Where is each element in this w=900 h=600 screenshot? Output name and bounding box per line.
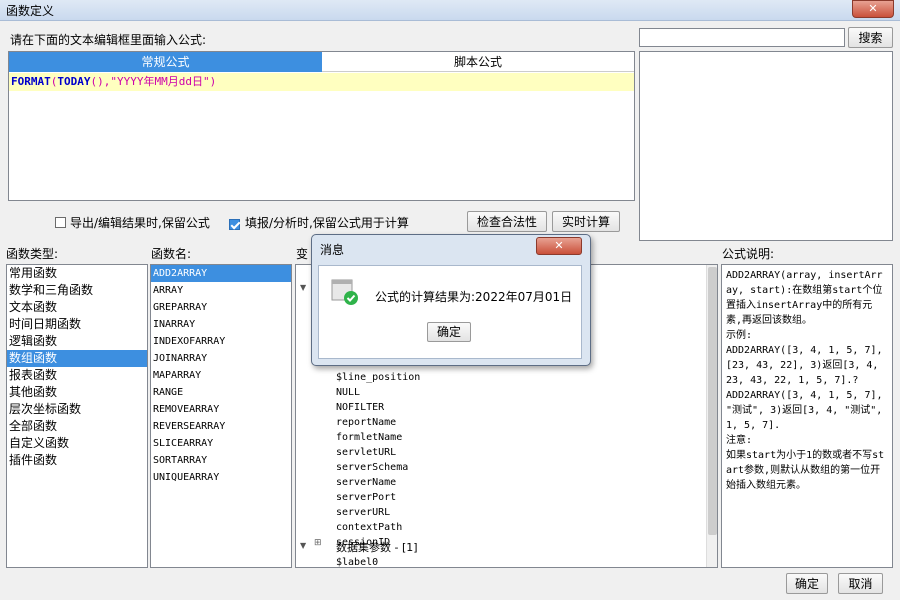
search-button[interactable]: 搜索 — [848, 27, 893, 48]
category-item[interactable]: 自定义函数 — [7, 435, 147, 452]
window-close-button[interactable]: ✕ — [852, 0, 894, 18]
description-panel: ADD2ARRAY(array, insertArray, start):在数组… — [721, 264, 893, 568]
category-item[interactable]: 插件函数 — [7, 452, 147, 469]
dataset-expand-icon[interactable]: ▼ — [300, 541, 306, 550]
variable-item[interactable]: servletURL — [336, 445, 420, 460]
tab-script-formula[interactable]: 脚本公式 — [322, 52, 634, 72]
category-item[interactable]: 报表函数 — [7, 367, 147, 384]
window-title: 函数定义 — [6, 4, 55, 18]
formula-func: FORMAT — [11, 75, 51, 88]
dialog-body: 公式的计算结果为:2022年07月01日 确定 — [318, 265, 582, 359]
category-list[interactable]: 常用函数 数学和三角函数 文本函数 时间日期函数 逻辑函数 数组函数 报表函数 其他函数 层次坐… — [6, 264, 148, 568]
cancel-button[interactable]: 取消 — [838, 573, 883, 594]
function-item[interactable]: RANGE — [151, 384, 291, 401]
window-titlebar: 函数定义 ✕ — [0, 0, 900, 21]
dataset-node-label[interactable]: 数据集参数 - [1] — [336, 539, 418, 555]
message-dialog: 消息 ✕ 公式的计算结果为:2022年07月01日 确定 — [311, 234, 591, 366]
dialog-message: 公式的计算结果为:2022年07月01日 — [375, 290, 573, 304]
function-item[interactable]: GREPARRAY — [151, 299, 291, 316]
function-item[interactable]: REMOVEARRAY — [151, 401, 291, 418]
variable-item[interactable]: serverPort — [336, 490, 420, 505]
functions-header: 函数名: — [151, 247, 192, 261]
dialog-title: 消息 — [320, 243, 345, 257]
function-item[interactable]: JOINARRAY — [151, 350, 291, 367]
check-validity-button[interactable]: 检查合法性 — [467, 211, 547, 232]
category-item[interactable]: 逻辑函数 — [7, 333, 147, 350]
formula-parens: () — [90, 75, 104, 88]
formula-rp: ) — [209, 75, 217, 88]
variables-header: 变 — [296, 247, 309, 261]
dataset-child-item[interactable]: $label0 — [336, 555, 378, 567]
variable-item[interactable]: NOFILTER — [336, 400, 420, 415]
dialog-ok-button[interactable]: 确定 — [427, 322, 471, 342]
function-item[interactable]: REVERSEARRAY — [151, 418, 291, 435]
keep-export-label: 导出/编辑结果时,保留公式 — [70, 216, 210, 230]
success-icon — [331, 278, 359, 306]
function-item[interactable]: UNIQUEARRAY — [151, 469, 291, 486]
variable-scroll-thumb[interactable] — [708, 267, 717, 535]
function-item[interactable]: MAPARRAY — [151, 367, 291, 384]
function-item[interactable]: ARRAY — [151, 282, 291, 299]
search-input[interactable] — [639, 28, 845, 47]
formula-string: "YYYY年MM月dd日" — [110, 75, 210, 88]
formula-editor[interactable]: 常规公式 脚本公式 FORMAT(TODAY(),"YYYY年MM月dd日") — [8, 51, 635, 201]
variable-scrollbar[interactable] — [706, 265, 717, 567]
variable-item[interactable]: $line_position — [336, 370, 420, 385]
function-item[interactable]: SORTARRAY — [151, 452, 291, 469]
variable-item[interactable]: reportName — [336, 415, 420, 430]
ok-button[interactable]: 确定 — [786, 573, 828, 594]
category-item[interactable]: 全部函数 — [7, 418, 147, 435]
keep-fill-checkbox[interactable] — [229, 219, 240, 230]
function-item[interactable]: ADD2ARRAY — [151, 265, 291, 282]
category-item[interactable]: 文本函数 — [7, 299, 147, 316]
search-results-panel — [639, 51, 893, 241]
dialog-close-button[interactable]: ✕ — [536, 237, 582, 255]
variable-item[interactable]: contextPath — [336, 520, 420, 535]
variable-item[interactable]: formletName — [336, 430, 420, 445]
function-list[interactable]: ADD2ARRAY ARRAY GREPARRAY INARRAY INDEXOFARR… — [150, 264, 292, 568]
category-item[interactable]: 数组函数 — [7, 350, 147, 367]
function-item[interactable]: SLICEARRAY — [151, 435, 291, 452]
formula-line[interactable]: FORMAT(TODAY(),"YYYY年MM月dd日") — [9, 73, 634, 91]
description-text: ADD2ARRAY(array, insertArray, start):在数组… — [726, 270, 885, 491]
formula-func2: TODAY — [57, 75, 91, 88]
function-item[interactable]: INDEXOFARRAY — [151, 333, 291, 350]
realtime-calc-button[interactable]: 实时计算 — [552, 211, 620, 232]
category-item[interactable]: 常用函数 — [7, 265, 147, 282]
variable-item[interactable]: serverURL — [336, 505, 420, 520]
variable-item[interactable]: serverName — [336, 475, 420, 490]
tree-expand-icon[interactable]: ▼ — [300, 283, 306, 292]
category-item[interactable]: 时间日期函数 — [7, 316, 147, 333]
dataset-node-icon: ⊞ — [314, 538, 322, 548]
description-header: 公式说明: — [722, 247, 775, 261]
tab-normal-formula[interactable]: 常规公式 — [9, 52, 322, 72]
category-item[interactable]: 层次坐标函数 — [7, 401, 147, 418]
category-item[interactable]: 数学和三角函数 — [7, 282, 147, 299]
editor-prompt: 请在下面的文本编辑框里面输入公式: — [10, 33, 207, 47]
variable-item[interactable]: serverSchema — [336, 460, 420, 475]
categories-header: 函数类型: — [6, 247, 59, 261]
category-item[interactable]: 其他函数 — [7, 384, 147, 401]
variable-item[interactable]: NULL — [336, 385, 420, 400]
function-item[interactable]: INARRAY — [151, 316, 291, 333]
keep-fill-label: 填报/分析时,保留公式用于计算 — [245, 216, 409, 230]
keep-export-checkbox[interactable] — [55, 217, 66, 228]
